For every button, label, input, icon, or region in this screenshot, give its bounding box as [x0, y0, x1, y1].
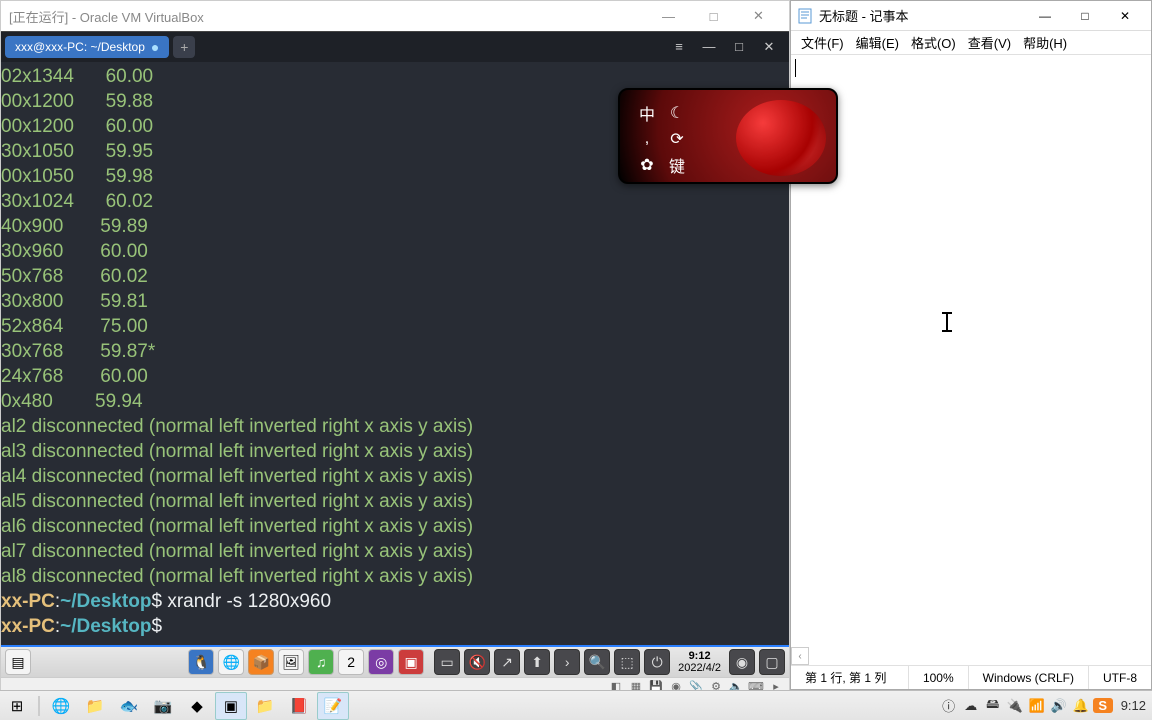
- tray-notification-icon[interactable]: 🔔: [1071, 698, 1091, 714]
- notepad-title-text: 无标题 - 记事本: [819, 6, 1019, 25]
- ime-lang-button[interactable]: 中: [634, 100, 660, 126]
- taskbar-app-4[interactable]: 📷: [147, 692, 179, 720]
- new-tab-button[interactable]: +: [173, 36, 195, 58]
- taskbar-app-3[interactable]: 🐟: [113, 692, 145, 720]
- tray-ime-icon[interactable]: S: [1093, 698, 1113, 713]
- vbox-maximize-button[interactable]: □: [691, 1, 736, 31]
- tray-wifi-icon[interactable]: 📶: [1027, 698, 1047, 714]
- vbox-titlebar[interactable]: [正在运行] - Oracle VM VirtualBox — □ ✕: [1, 1, 789, 31]
- prompt-dollar: $: [151, 591, 162, 612]
- menu-format[interactable]: 格式(O): [905, 31, 962, 54]
- tray-icon-1[interactable]: ▭: [434, 649, 460, 675]
- tray-icon-power[interactable]: ⏻: [644, 649, 670, 675]
- taskbar-app-7[interactable]: 📁: [249, 692, 281, 720]
- taskbar-app-music[interactable]: ♫: [308, 649, 334, 675]
- menu-edit[interactable]: 编辑(E): [850, 31, 905, 54]
- linux-time-text: 9:12: [678, 650, 721, 662]
- status-position: 第 1 行, 第 1 列: [791, 666, 908, 689]
- terminal-menu-button[interactable]: ≡: [669, 39, 689, 55]
- menu-help[interactable]: 帮助(H): [1017, 31, 1073, 54]
- status-lineending: Windows (CRLF): [968, 666, 1088, 689]
- taskbar-app-1[interactable]: 🐧: [188, 649, 214, 675]
- windows-taskbar: ⊞ 🌐 📁 🐟 📷 ◆ ▣ 📁 📕 📝 ⓘ ☁ 🖴 🔌 📶 🔊 🔔 S 9:12: [0, 690, 1152, 720]
- terminal-tab-active[interactable]: xxx@xxx-PC: ~/Desktop ●: [5, 36, 169, 58]
- text-cursor: [795, 59, 796, 77]
- vbox-window-controls: — □ ✕: [646, 1, 781, 31]
- notepad-window: 无标题 - 记事本 — □ ✕ 文件(F) 编辑(E) 格式(O) 查看(V) …: [790, 0, 1152, 690]
- tray-icon-search[interactable]: 🔍: [584, 649, 610, 675]
- start-button[interactable]: ⊞: [1, 692, 33, 720]
- terminal-minimize-button[interactable]: —: [699, 39, 719, 55]
- tray-icon-3[interactable]: ↗: [494, 649, 520, 675]
- tray-clock[interactable]: 9:12: [1115, 698, 1146, 713]
- terminal-tab-bar: xxx@xxx-PC: ~/Desktop ● + ≡ — □ ✕: [1, 32, 789, 62]
- taskbar-app-store[interactable]: 📦: [248, 649, 274, 675]
- tray-info-icon[interactable]: ⓘ: [939, 696, 959, 715]
- vbox-title-text: [正在运行] - Oracle VM VirtualBox: [9, 7, 646, 26]
- notepad-icon: [797, 8, 813, 24]
- vbox-close-button[interactable]: ✕: [736, 1, 781, 31]
- notepad-statusbar: 第 1 行, 第 1 列 100% Windows (CRLF) UTF-8: [791, 665, 1151, 689]
- tray-cloud-icon[interactable]: ☁: [961, 698, 981, 714]
- prompt-command: xrandr -s 1280x960: [162, 591, 331, 612]
- taskbar-app-image[interactable]: 🖼: [278, 649, 304, 675]
- menu-view[interactable]: 查看(V): [962, 31, 1017, 54]
- tray-drive-icon[interactable]: 🖴: [983, 695, 1003, 717]
- ime-icon-grid: 中 ☾ , ⟳ ✿ 键: [634, 100, 690, 178]
- menu-file[interactable]: 文件(F): [795, 31, 850, 54]
- prompt2-user: xx-PC: [1, 616, 55, 637]
- linux-showdesktop-button[interactable]: ▢: [759, 649, 785, 675]
- terminal-window-controls: ≡ — □ ✕: [669, 39, 785, 55]
- tab-label: xxx@xxx-PC: ~/Desktop: [15, 40, 145, 54]
- tray-icon-4[interactable]: ⬆: [524, 649, 550, 675]
- taskbar-app-browser[interactable]: 🌐: [218, 649, 244, 675]
- taskbar-app-calendar[interactable]: 2: [338, 649, 364, 675]
- notepad-window-controls: — □ ✕: [1025, 2, 1145, 30]
- prompt-user: xx-PC: [1, 591, 55, 612]
- status-zoom: 100%: [908, 666, 968, 689]
- linux-taskbar: ▤ 🐧 🌐 📦 🖼 ♫ 2 ◎ ▣ ▭ 🔇 ↗ ⬆ › 🔍 ⬚ ⏻ 9:12 2…: [1, 645, 789, 677]
- taskbar-edge[interactable]: 🌐: [45, 692, 77, 720]
- tray-icon-7[interactable]: ⬚: [614, 649, 640, 675]
- taskbar-app-terminal[interactable]: ▣: [398, 649, 424, 675]
- taskbar-app-8[interactable]: 📕: [283, 692, 315, 720]
- prompt2-dollar: $: [151, 616, 162, 637]
- scroll-left-button[interactable]: ‹: [791, 647, 809, 665]
- tray-icon-5[interactable]: ›: [554, 649, 580, 675]
- prompt-path: ~/Desktop: [60, 591, 151, 612]
- linux-date-text: 2022/4/2: [678, 662, 721, 674]
- system-tray: ⓘ ☁ 🖴 🔌 📶 🔊 🔔 S 9:12: [939, 695, 1152, 717]
- tray-volume-icon[interactable]: 🔊: [1049, 698, 1069, 714]
- linux-notification-button[interactable]: ◉: [729, 649, 755, 675]
- ime-keyboard-button[interactable]: 键: [664, 152, 690, 178]
- taskbar-app-system[interactable]: ◎: [368, 649, 394, 675]
- taskbar-notepad[interactable]: 📝: [317, 692, 349, 720]
- ime-settings-icon[interactable]: ✿: [634, 152, 660, 178]
- ime-punct-button[interactable]: ,: [634, 126, 660, 152]
- terminal-close-button[interactable]: ✕: [759, 39, 779, 55]
- ime-moon-icon[interactable]: ☾: [664, 100, 690, 126]
- taskbar-virtualbox[interactable]: ▣: [215, 692, 247, 720]
- notepad-titlebar[interactable]: 无标题 - 记事本 — □ ✕: [791, 1, 1151, 31]
- taskbar-explorer[interactable]: 📁: [79, 692, 111, 720]
- linux-clock[interactable]: 9:12 2022/4/2: [672, 650, 727, 674]
- prompt2-path: ~/Desktop: [60, 616, 151, 637]
- ime-reload-icon[interactable]: ⟳: [664, 126, 690, 152]
- taskbar-separator: [38, 696, 40, 716]
- notepad-close-button[interactable]: ✕: [1105, 2, 1145, 30]
- linux-menu-button[interactable]: ▤: [5, 649, 31, 675]
- notepad-menubar: 文件(F) 编辑(E) 格式(O) 查看(V) 帮助(H): [791, 31, 1151, 55]
- tray-icon-volume[interactable]: 🔇: [464, 649, 490, 675]
- vbox-minimize-button[interactable]: —: [646, 1, 691, 31]
- terminal-maximize-button[interactable]: □: [729, 39, 749, 55]
- tab-modified-icon: ●: [151, 39, 159, 55]
- notepad-maximize-button[interactable]: □: [1065, 2, 1105, 30]
- notepad-minimize-button[interactable]: —: [1025, 2, 1065, 30]
- tray-power-icon[interactable]: 🔌: [1005, 698, 1025, 714]
- status-encoding: UTF-8: [1088, 666, 1151, 689]
- notepad-editor[interactable]: [791, 55, 1151, 665]
- taskbar-app-5[interactable]: ◆: [181, 692, 213, 720]
- ime-floating-bar[interactable]: 中 ☾ , ⟳ ✿ 键: [618, 88, 838, 184]
